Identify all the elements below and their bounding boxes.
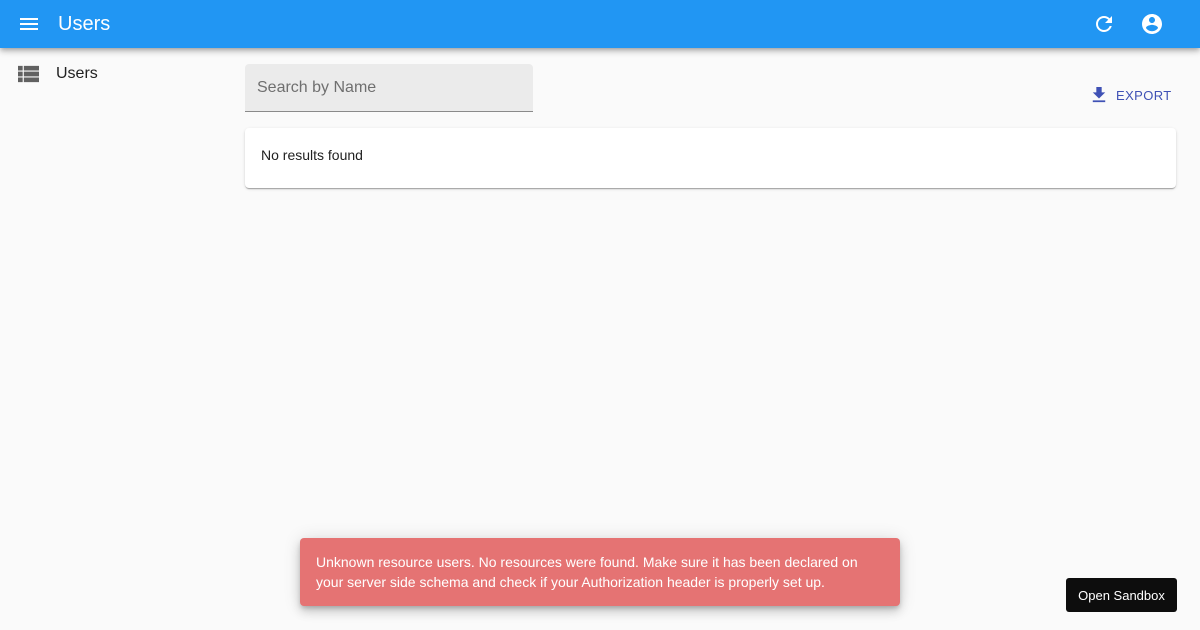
error-notification: Unknown resource users. No resources wer… <box>300 538 900 606</box>
menu-icon <box>20 18 38 30</box>
refresh-button[interactable] <box>1092 12 1116 36</box>
export-label: EXPORT <box>1116 88 1172 103</box>
list-icon <box>18 64 39 84</box>
account-circle-icon <box>1142 14 1162 34</box>
page-title: Users <box>58 13 111 35</box>
download-icon <box>1091 87 1107 103</box>
account-button[interactable] <box>1140 12 1164 36</box>
search-input[interactable] <box>245 64 533 111</box>
sidebar: Users <box>0 48 240 630</box>
results-card: No results found <box>245 128 1176 188</box>
search-field <box>245 64 533 112</box>
app-bar: Users <box>0 0 1200 48</box>
sidebar-item-label: Users <box>56 65 98 82</box>
sidebar-item-users[interactable]: Users <box>0 58 240 90</box>
export-button[interactable]: EXPORT <box>1084 80 1176 110</box>
empty-results-message: No results found <box>261 147 363 163</box>
refresh-icon <box>1096 16 1112 32</box>
menu-button[interactable] <box>16 12 42 36</box>
open-sandbox-button[interactable]: Open Sandbox <box>1066 578 1177 612</box>
